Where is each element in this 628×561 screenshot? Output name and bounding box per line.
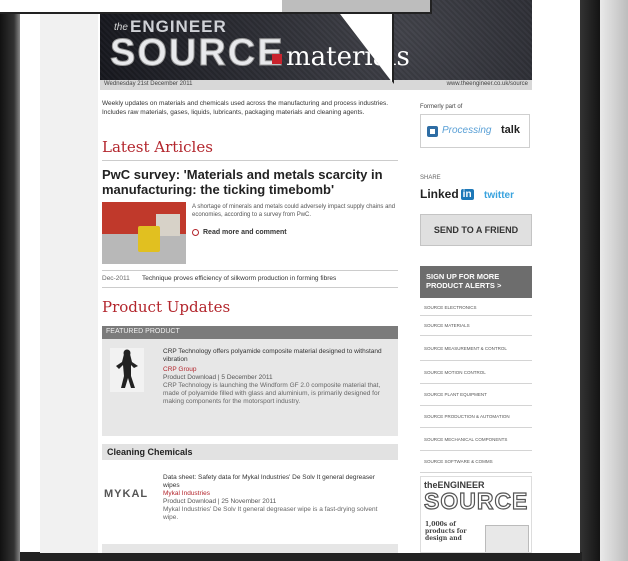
divider [102,287,398,288]
right-background [600,0,628,561]
processing-talk-logo[interactable]: Processing talk [420,114,530,148]
bullet-circle-icon [192,229,199,236]
screen-frame: the ENGINEER SOURCE materials Wednesday … [0,0,628,561]
image-forklift [138,226,160,252]
article-image[interactable] [102,202,186,264]
article-date: Dec-2011 [102,275,130,282]
twitter-text: twitter [484,190,514,201]
talk-logo-text: talk [501,124,520,136]
send-to-friend-button[interactable]: SEND TO A FRIEND [420,214,532,246]
article-title-link[interactable]: PwC survey: 'Materials and metals scarci… [102,167,398,197]
issue-date: Wednesday 21st December 2011 [104,81,193,87]
featured-product-title[interactable]: CRP Technology offers polyamide composit… [163,348,389,364]
mykal-logo[interactable]: MYKAL [104,488,148,500]
category-link[interactable]: SOURCE MOTION CONTROL [420,361,532,384]
ad-source-text: SOURCE [423,487,529,514]
product-description: Mykal Industries' De Solv It general deg… [163,506,378,521]
latest-articles-heading: Latest Articles [102,138,213,156]
signup-alerts-button[interactable]: SIGN UP FOR MORE PRODUCT ALERTS > [420,266,532,298]
ad-copy-text: 1,000s of products for design and [425,521,467,542]
website-link[interactable]: www.theengineer.co.uk/source [447,81,528,87]
share-label: SHARE [420,175,441,181]
twitter-share-button[interactable]: twitter [484,190,514,201]
logo-red-square-icon [272,54,282,64]
category-heading: Cleaning Chemicals [102,444,398,460]
processing-talk-icon [427,126,438,137]
featured-product-panel: FEATURED PRODUCT CRP Technology offers p… [102,326,398,436]
article-summary: A shortage of minerals and metals could … [192,204,396,218]
category-link[interactable]: SOURCE PLANT EQUIPMENT [420,384,532,406]
article-row-title[interactable]: Technique proves efficiency of silkworm … [142,275,336,282]
right-edge-shadow [580,0,602,561]
linkedin-text: Linked [420,187,459,201]
product-updates-heading: Product Updates [102,298,231,316]
divider [102,270,398,271]
next-section-strip [102,544,398,553]
category-link[interactable]: SOURCE MATERIALS [420,316,532,336]
category-link[interactable]: SOURCE MECHANICAL COMPONENTS [420,428,532,451]
company-link[interactable]: Mykal Industries [163,490,210,497]
product-figure-image[interactable] [110,348,144,392]
product-meta: Product Download | 25 November 2011 [163,498,277,505]
featured-product-label: FEATURED PRODUCT [102,326,398,339]
callout-tail [340,14,392,82]
dateline-bar: Wednesday 21st December 2011 www.theengi… [100,80,532,90]
linkedin-share-button[interactable]: Linked in [420,187,474,201]
category-link[interactable]: SOURCE PRODUCTION & AUTOMATION [420,406,532,428]
read-more-label: Read more and comment [203,229,287,236]
left-edge-shadow [0,0,20,561]
callout-gray-box [282,0,430,12]
category-link[interactable]: SOURCE ELECTRONICS [420,299,532,316]
linkedin-icon: in [460,188,474,200]
read-more-link[interactable]: Read more and comment [192,229,287,236]
formerly-part-of-label: Formerly part of [420,104,463,110]
bottom-edge-shadow [20,552,582,561]
featured-product-description: CRP Technology is launching the Windform… [163,382,381,405]
category-link[interactable]: SOURCE MEASUREMENT & CONTROL [420,336,532,361]
featured-company-link[interactable]: CRP Group [163,366,196,373]
category-link[interactable]: SOURCE SOFTWARE & COMMS [420,451,532,473]
product-title-link[interactable]: Data sheet: Safety data for Mykal Indust… [163,474,393,490]
featured-product-meta: Product Download | 5 December 2011 [163,374,273,381]
logo-source-text: SOURCE [110,32,285,75]
divider [102,160,398,161]
ad-screenshot-image [485,525,529,552]
source-categories-list: SOURCE ELECTRONICS SOURCE MATERIALS SOUR… [420,299,532,473]
source-advert[interactable]: theENGINEER SOURCE 1,000s of products fo… [420,476,532,553]
processing-logo-text: Processing [442,125,492,136]
intro-text: Weekly updates on materials and chemical… [102,100,389,116]
